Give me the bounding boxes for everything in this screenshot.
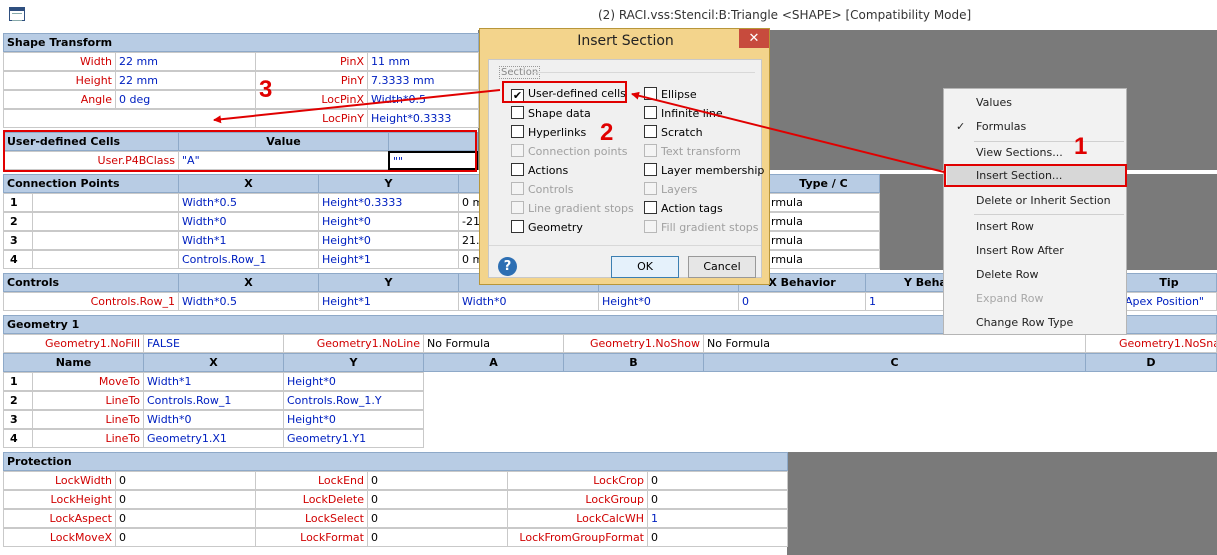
annotation-step-1: 1	[1074, 133, 1088, 160]
annotation-step-3: 3	[259, 76, 273, 103]
annotation-step-2: 2	[600, 119, 614, 146]
annotation-arrows	[213, 89, 945, 173]
arrow-step1	[631, 91, 945, 173]
arrow-step3	[213, 89, 501, 124]
